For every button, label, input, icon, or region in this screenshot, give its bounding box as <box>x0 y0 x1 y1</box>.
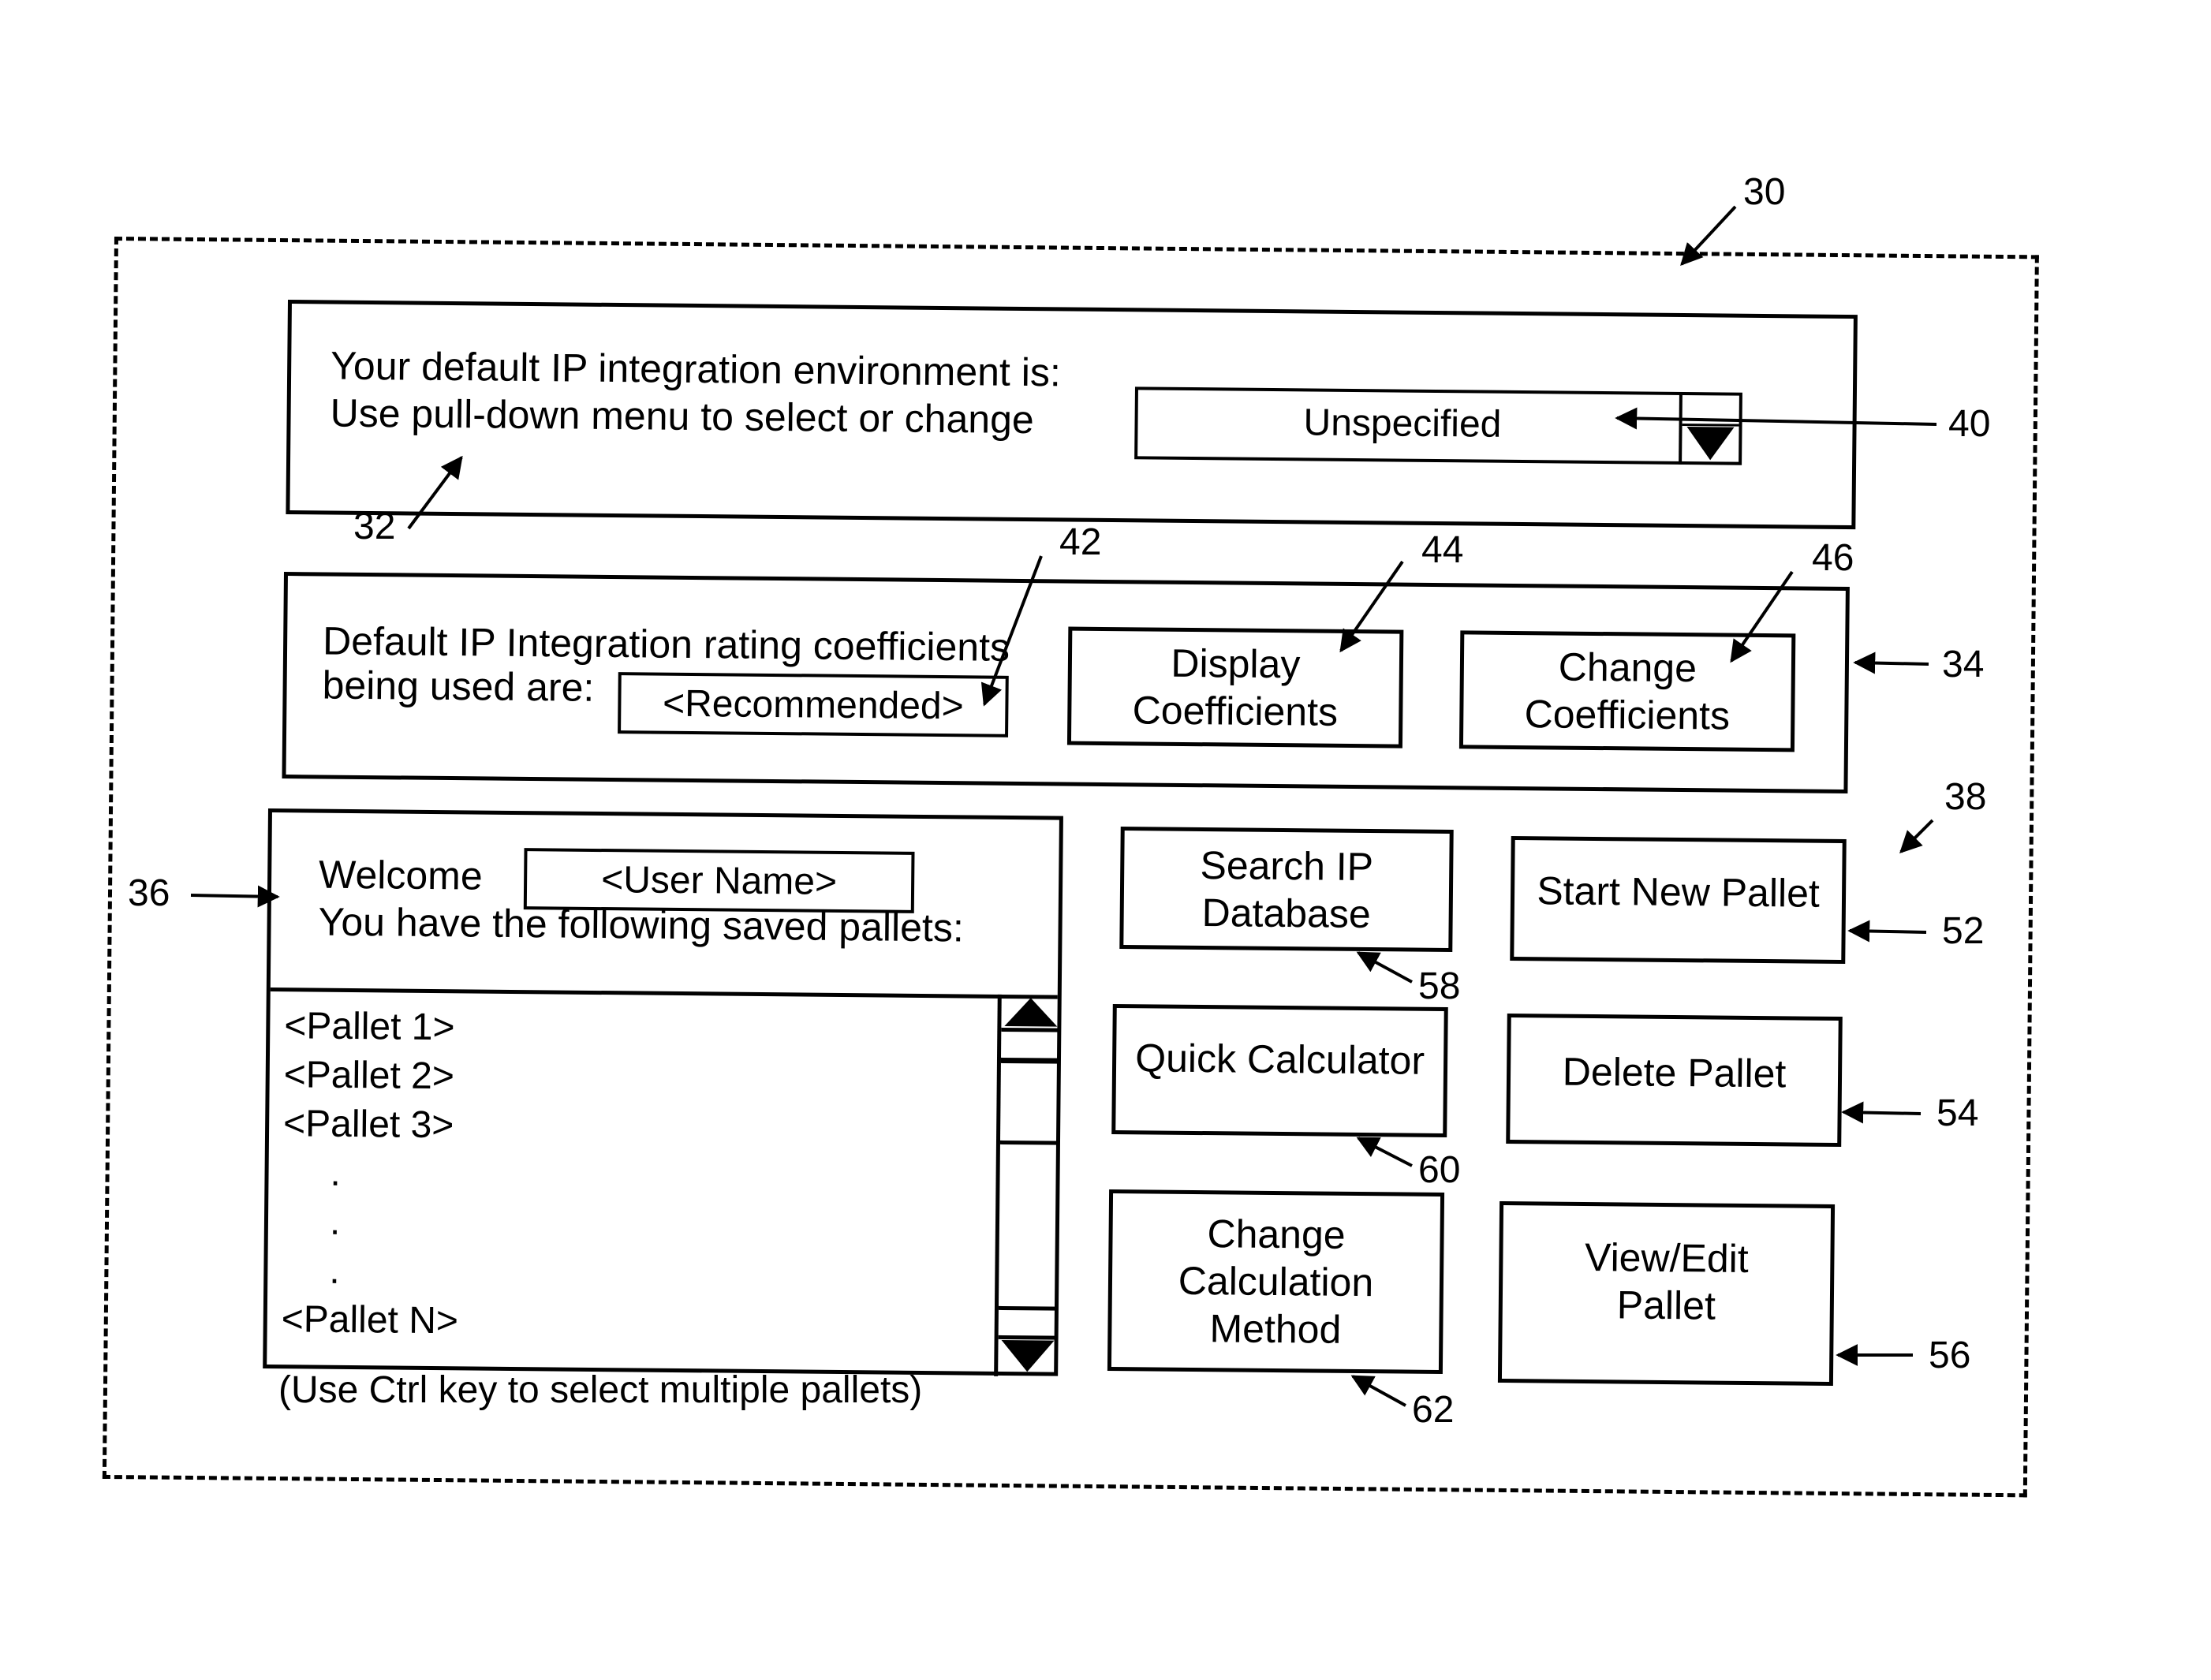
dropdown-toggle-button[interactable] <box>1679 391 1739 465</box>
start-new-pallet-button[interactable]: Start New Pallet <box>1510 835 1847 965</box>
change-coefficients-button[interactable]: Change Coefficients <box>1458 630 1796 752</box>
coefficients-label-line2: being used are: <box>322 663 595 710</box>
ref-label-56: 56 <box>1929 1335 1971 1376</box>
delete-pallet-label: Delete Pallet <box>1562 1049 1787 1096</box>
pallets-panel: Welcome <User Name> You have the followi… <box>263 808 1063 1377</box>
ref-label-60: 60 <box>1418 1149 1461 1191</box>
environment-label-line1: Your default IP integration environment … <box>330 343 1062 395</box>
ref-label-62: 62 <box>1412 1389 1455 1431</box>
ref-label-38: 38 <box>1944 776 1987 818</box>
list-ellipsis-dot: . <box>329 1200 341 1243</box>
pallets-divider <box>270 987 1058 999</box>
saved-pallets-label: You have the following saved pallets: <box>318 899 965 950</box>
ref-label-34: 34 <box>1942 644 1985 685</box>
search-ip-database-button[interactable]: Search IP Database <box>1119 826 1454 953</box>
list-ellipsis-dot: . <box>330 1152 342 1194</box>
display-coefficients-line1: Display <box>1171 640 1301 687</box>
ref-label-40: 40 <box>1948 403 1991 445</box>
coefficients-panel: Default IP Integration rating coefficien… <box>282 572 1850 794</box>
quick-calculator-button[interactable]: Quick Calculator <box>1111 1003 1448 1138</box>
change-calc-line3: Method <box>1209 1306 1342 1352</box>
pallet-list-item[interactable]: <Pallet 3> <box>283 1099 994 1155</box>
ref-label-32: 32 <box>353 506 396 547</box>
pallets-listbox[interactable]: <Pallet 1> <Pallet 2> <Pallet 3> . . . <… <box>281 1002 994 1351</box>
search-ip-line1: Search IP <box>1200 842 1374 889</box>
ref-label-30: 30 <box>1743 171 1786 213</box>
pallet-list-item[interactable]: <Pallet N> <box>281 1295 992 1351</box>
environment-panel: Your default IP integration environment … <box>286 300 1858 530</box>
display-coefficients-button[interactable]: Display Coefficients <box>1066 626 1404 749</box>
scroll-thumb-bottom <box>999 1140 1059 1145</box>
scrollbar-graphics <box>998 998 1061 1372</box>
pallets-scrollbar[interactable] <box>994 994 1061 1377</box>
scroll-thumb-top <box>1000 1057 1061 1064</box>
environment-label-line2: Use pull-down menu to select or change <box>330 390 1035 442</box>
list-ellipsis-dot: . <box>329 1249 340 1292</box>
pallet-list-item[interactable]: <Pallet 1> <box>284 1002 995 1058</box>
ref-label-52: 52 <box>1942 910 1985 952</box>
view-edit-pallet-button[interactable]: View/Edit Pallet <box>1497 1200 1836 1387</box>
display-coefficients-line2: Coefficients <box>1132 688 1339 734</box>
environment-dropdown-value: Unspecified <box>1303 401 1502 446</box>
delete-pallet-button[interactable]: Delete Pallet <box>1506 1013 1843 1148</box>
coefficients-field[interactable]: <Recommended> <box>618 672 1009 737</box>
change-coefficients-line2: Coefficients <box>1524 692 1731 738</box>
view-edit-line2: Pallet <box>1616 1282 1716 1328</box>
ref-label-58: 58 <box>1418 965 1461 1007</box>
ref-label-44: 44 <box>1421 529 1464 571</box>
triangle-down-icon <box>1001 1339 1055 1372</box>
quick-calculator-label: Quick Calculator <box>1134 1035 1425 1083</box>
change-coefficients-line1: Change <box>1558 644 1697 691</box>
welcome-label: Welcome <box>318 852 483 898</box>
change-calc-line1: Change <box>1207 1211 1346 1257</box>
ref-label-42: 42 <box>1059 521 1102 563</box>
environment-dropdown[interactable]: Unspecified <box>1134 386 1742 465</box>
view-edit-line1: View/Edit <box>1584 1235 1749 1281</box>
triangle-down-icon <box>1682 423 1739 461</box>
start-new-pallet-label: Start New Pallet <box>1537 868 1821 916</box>
change-calculation-method-button[interactable]: Change Calculation Method <box>1107 1189 1445 1375</box>
ref-label-54: 54 <box>1936 1092 1979 1134</box>
ref-label-36: 36 <box>128 872 170 914</box>
pallet-list-item[interactable]: <Pallet 2> <box>283 1051 994 1107</box>
multi-select-hint: (Use Ctrl key to select multiple pallets… <box>278 1369 923 1411</box>
ref-label-46: 46 <box>1812 537 1854 579</box>
change-calc-line2: Calculation <box>1178 1258 1374 1305</box>
search-ip-line2: Database <box>1201 890 1371 936</box>
triangle-up-icon <box>1004 998 1058 1027</box>
